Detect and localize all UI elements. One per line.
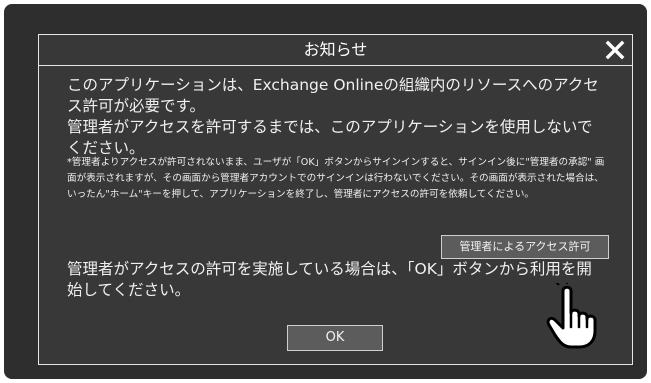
dialog-titlebar: お知らせ <box>39 35 632 66</box>
message-line-2: 管理者がアクセスを許可するまでは、このアプリケーションを使用しないでください。 <box>67 118 593 157</box>
ok-button[interactable]: OK <box>287 325 383 351</box>
dialog-message: このアプリケーションは、Exchange Onlineの組織内のリソースへのアク… <box>67 75 607 159</box>
notice-dialog: お知らせ このアプリケーションは、Exchange Onlineの組織内のリソー… <box>38 34 633 365</box>
admin-access-button[interactable]: 管理者によるアクセス許可 <box>441 235 609 259</box>
dialog-title: お知らせ <box>303 40 368 59</box>
pointer-hand-icon <box>546 283 597 349</box>
dialog-note: *管理者よりアクセスが許可されないまま、ユーザが「OK」ボタンからサインインする… <box>67 157 605 200</box>
close-icon <box>605 40 625 60</box>
message-line-1: このアプリケーションは、Exchange Onlineの組織内のリソースへのアク… <box>67 76 599 115</box>
close-button[interactable] <box>602 37 628 63</box>
message-line-3: 管理者がアクセスの許可を実施している場合は、「OK」ボタンから利用を開始してくだ… <box>67 260 592 299</box>
device-screen: お知らせ このアプリケーションは、Exchange Onlineの組織内のリソー… <box>4 4 647 379</box>
